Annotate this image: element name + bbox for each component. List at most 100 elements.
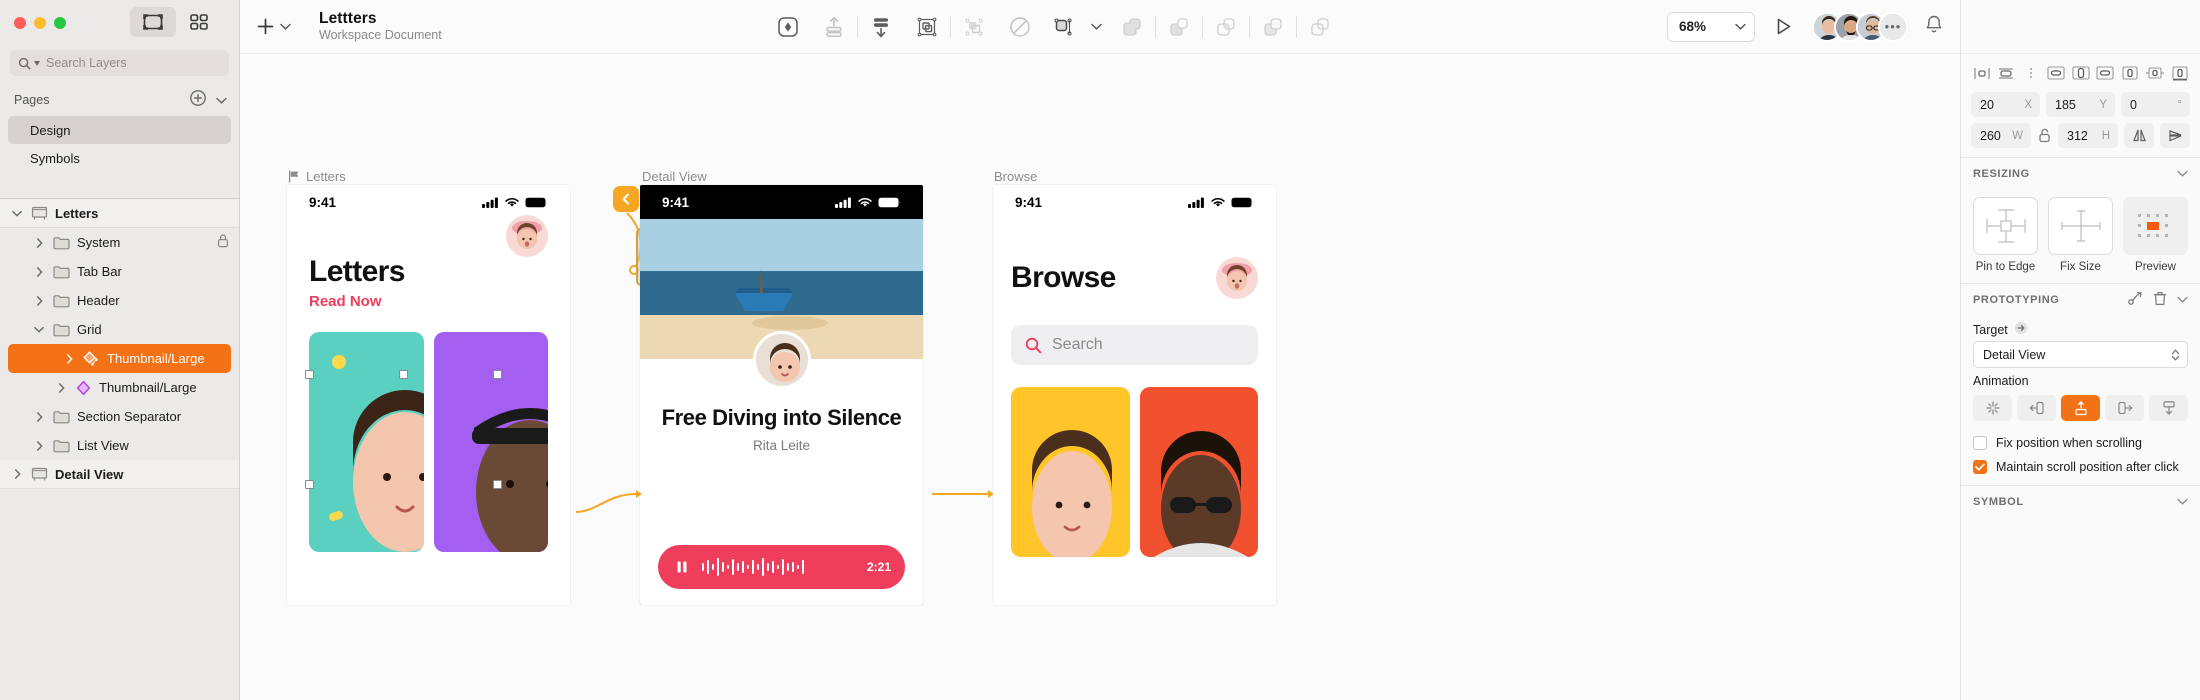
- thumbnail-large-selected[interactable]: [309, 332, 424, 552]
- zoom-button[interactable]: [54, 17, 66, 29]
- resizing-option-pin-to-edge[interactable]: Pin to Edge: [1973, 197, 2038, 273]
- chevron-right-icon[interactable]: [36, 267, 43, 277]
- artboard-label-browse[interactable]: Browse: [994, 169, 1037, 184]
- distribute-icon[interactable]: [2021, 63, 2042, 83]
- audio-player-bar[interactable]: 2:21: [658, 545, 905, 589]
- chevron-right-icon[interactable]: [36, 238, 43, 248]
- y-field[interactable]: 185 Y: [2046, 92, 2115, 117]
- x-field[interactable]: 20 X: [1971, 92, 2040, 117]
- prototype-flow-badge[interactable]: [613, 186, 639, 212]
- browse-thumbnail-2[interactable]: [1140, 387, 1259, 557]
- add-page-button[interactable]: [190, 90, 206, 111]
- maintain-scroll-checkbox-row[interactable]: Maintain scroll position after click: [1961, 455, 2200, 479]
- zoom-level-select[interactable]: 68%: [1667, 12, 1755, 42]
- collaborator-more[interactable]: •••: [1878, 12, 1908, 42]
- symbol-section-header[interactable]: SYMBOL: [1961, 485, 2200, 517]
- align-top-icon[interactable]: [2045, 63, 2066, 83]
- animation-slide-up-button[interactable]: [2061, 395, 2100, 421]
- animation-slide-right-button[interactable]: [2105, 395, 2144, 421]
- disclosure-collapsed[interactable]: [62, 354, 76, 364]
- author-avatar[interactable]: [753, 331, 811, 389]
- resizing-section-header[interactable]: RESIZING: [1961, 157, 2200, 189]
- rotation-field[interactable]: 0 °: [2121, 92, 2190, 117]
- artboard-button[interactable]: [1043, 10, 1083, 44]
- target-arrow-icon[interactable]: [2014, 321, 2028, 338]
- layer-row-letters[interactable]: Letters: [0, 199, 239, 228]
- resizing-option-fix-size[interactable]: Fix Size: [2048, 197, 2113, 273]
- chevron-right-icon[interactable]: [66, 354, 73, 364]
- resizing-option-preview[interactable]: Preview: [2123, 197, 2188, 273]
- lock-icon[interactable]: [217, 234, 229, 251]
- chevron-right-icon[interactable]: [14, 469, 21, 479]
- browse-thumbnail-1[interactable]: [1011, 387, 1130, 557]
- layer-row-grid[interactable]: Grid: [0, 315, 239, 344]
- chevron-down-icon[interactable]: [34, 326, 44, 333]
- chevron-right-icon[interactable]: [58, 383, 65, 393]
- browse-search-field[interactable]: Search: [1011, 325, 1258, 365]
- layer-row-tab-bar[interactable]: Tab Bar: [0, 257, 239, 286]
- symbol-icon-button[interactable]: [765, 10, 811, 44]
- boolean-subtract-button[interactable]: [1156, 10, 1202, 44]
- boolean-union-button[interactable]: [1109, 10, 1155, 44]
- disclosure-collapsed[interactable]: [32, 238, 46, 248]
- move-to-back-button[interactable]: [858, 10, 904, 44]
- layer-row-system[interactable]: System: [0, 228, 239, 257]
- thumbnail-large-second[interactable]: [434, 332, 549, 552]
- disclosure-expanded[interactable]: [10, 210, 24, 217]
- chevron-right-icon[interactable]: [36, 441, 43, 451]
- avatar[interactable]: [506, 215, 548, 257]
- artboard-browse[interactable]: 9:41 Browse Search: [993, 185, 1276, 605]
- boolean-difference-button[interactable]: [1250, 10, 1296, 44]
- selection-handle[interactable]: [305, 370, 314, 379]
- chevron-right-icon[interactable]: [36, 296, 43, 306]
- distribute-spacing-icon[interactable]: [2144, 63, 2165, 83]
- move-to-front-button[interactable]: [811, 10, 857, 44]
- flip-horizontal-button[interactable]: [2124, 123, 2154, 148]
- page-item[interactable]: Symbols: [8, 144, 231, 172]
- selection-handle[interactable]: [305, 480, 314, 489]
- canvas-view-button[interactable]: [130, 7, 176, 37]
- layer-row-header[interactable]: Header: [0, 286, 239, 315]
- fix-position-checkbox[interactable]: [1973, 436, 1987, 450]
- disclosure-collapsed[interactable]: [32, 441, 46, 451]
- insert-button[interactable]: [256, 17, 297, 36]
- minimize-button[interactable]: [34, 17, 46, 29]
- preview-play-button[interactable]: [1767, 16, 1800, 37]
- height-field[interactable]: 312 H: [2058, 123, 2118, 148]
- distribute-horizontal-icon[interactable]: [2120, 63, 2141, 83]
- grid-view-button[interactable]: [176, 7, 222, 37]
- delete-icon[interactable]: [2153, 291, 2167, 309]
- selection-handle[interactable]: [493, 370, 502, 379]
- layer-row-thumbnail-large[interactable]: Thumbnail/Large: [0, 373, 239, 402]
- group-button[interactable]: [904, 10, 950, 44]
- animation-slide-left-button[interactable]: [2017, 395, 2056, 421]
- selection-handle[interactable]: [399, 370, 408, 379]
- align-center-horizontal-icon[interactable]: [1996, 63, 2017, 83]
- close-button[interactable]: [14, 17, 26, 29]
- distribute-vertical-icon[interactable]: [2169, 63, 2190, 83]
- disclosure-collapsed[interactable]: [10, 469, 24, 479]
- ungroup-button[interactable]: [951, 10, 997, 44]
- prototyping-section-header[interactable]: PROTOTYPING: [1961, 283, 2200, 315]
- layer-row-detail-view[interactable]: Detail View: [0, 460, 239, 489]
- boolean-intersect-button[interactable]: [1203, 10, 1249, 44]
- artboard-label-detail-view[interactable]: Detail View: [642, 169, 707, 184]
- artboard-detail-view[interactable]: 9:41 Free Diving into Silence: [640, 185, 923, 605]
- prototype-target-select[interactable]: Detail View: [1973, 341, 2188, 368]
- pages-collapse-chevron-icon[interactable]: [216, 91, 227, 109]
- maintain-scroll-checkbox[interactable]: [1973, 460, 1987, 474]
- boolean-flatten-button[interactable]: [1297, 10, 1343, 44]
- disclosure-collapsed[interactable]: [54, 383, 68, 393]
- document-title-block[interactable]: Lettters Workspace Document: [319, 10, 442, 42]
- search-layers-field[interactable]: Search Layers: [10, 50, 229, 76]
- width-field[interactable]: 260 W: [1971, 123, 2031, 148]
- chevron-right-icon[interactable]: [36, 412, 43, 422]
- artboard-label-letters[interactable]: Letters: [288, 169, 346, 184]
- aspect-lock-button[interactable]: [2037, 128, 2052, 143]
- layer-row-section-separator[interactable]: Section Separator: [0, 402, 239, 431]
- avatar[interactable]: [1216, 257, 1258, 299]
- fix-position-checkbox-row[interactable]: Fix position when scrolling: [1961, 431, 2200, 455]
- disclosure-expanded[interactable]: [32, 326, 46, 333]
- layer-row-thumbnail-large[interactable]: Thumbnail/Large: [8, 344, 231, 373]
- add-link-icon[interactable]: [2128, 291, 2143, 308]
